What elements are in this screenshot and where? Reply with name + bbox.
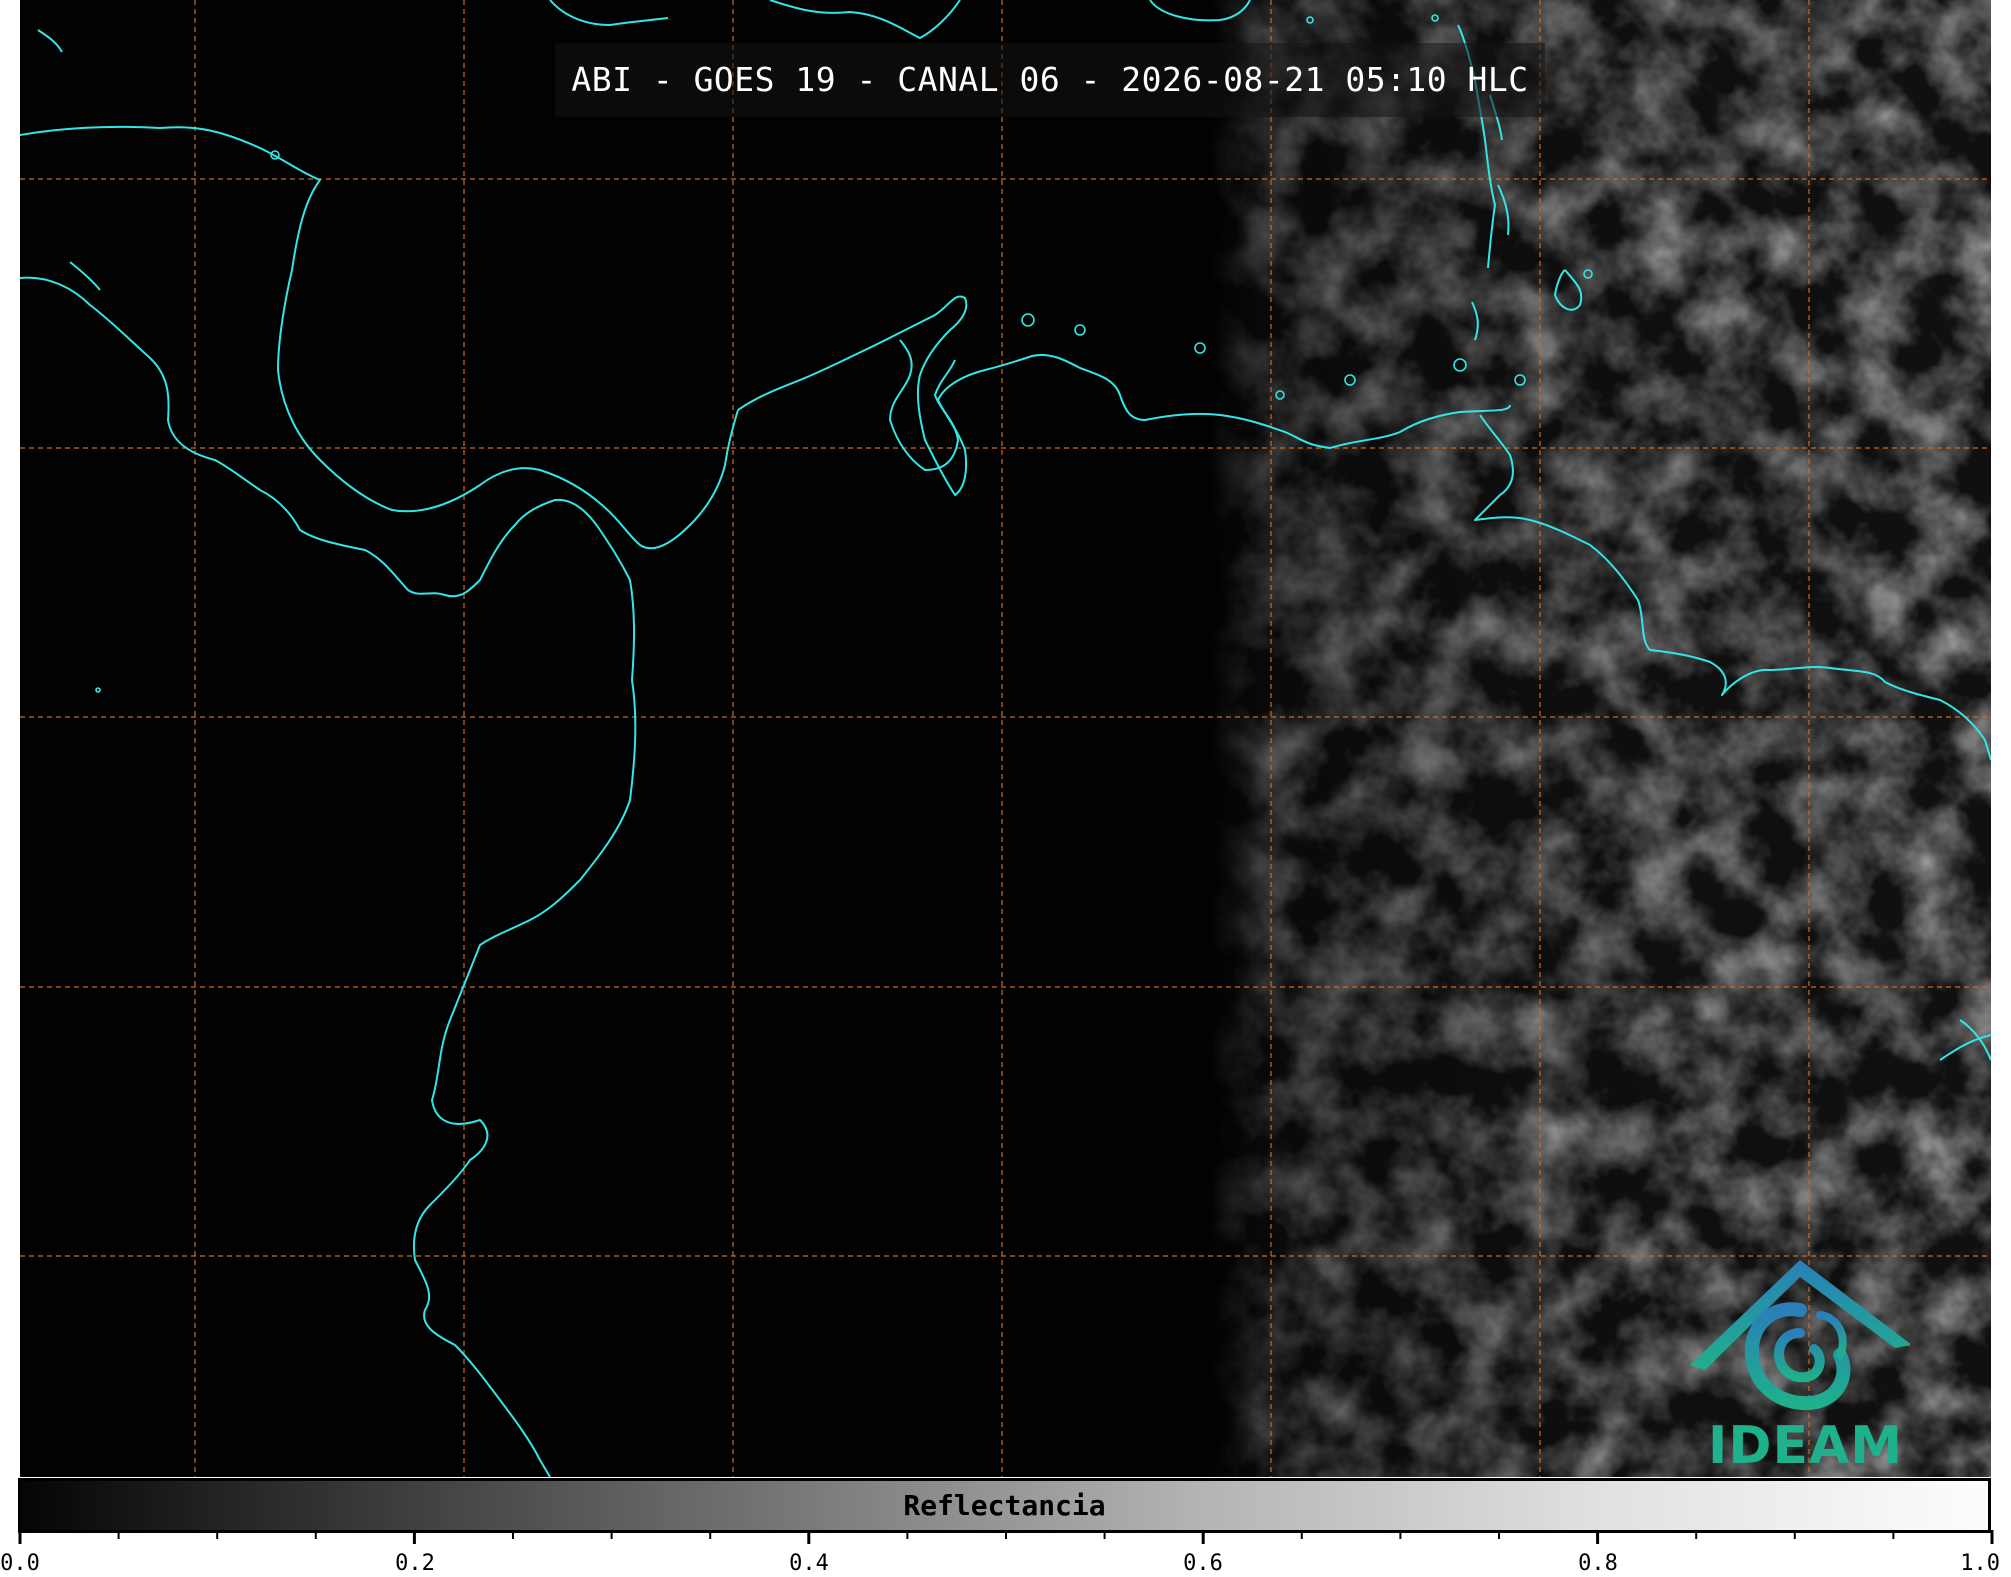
coastline-cuba bbox=[549, 0, 669, 26]
coastline-hispaniola bbox=[769, 0, 961, 39]
ideam-logo-text: IDEAM bbox=[1708, 1416, 1904, 1476]
colorbar-tick-label: 1.0 bbox=[1960, 1551, 2000, 1576]
coastline-gulf-of-mexico-islands bbox=[37, 29, 101, 291]
map-title: ABI - GOES 19 - CANAL 06 - 2026-08-21 05… bbox=[555, 43, 1545, 117]
colorbar-label: Reflectancia bbox=[903, 1489, 1106, 1522]
colorbar-tick-label: 0.4 bbox=[789, 1551, 829, 1576]
satellite-map[interactable]: ABI - GOES 19 - CANAL 06 - 2026-08-21 05… bbox=[20, 0, 1991, 1477]
coastline-guajira bbox=[889, 339, 959, 471]
colorbar-tick-label: 0.6 bbox=[1183, 1551, 1223, 1576]
colorbar: Reflectancia bbox=[18, 1478, 1991, 1533]
coastline-central-america bbox=[20, 276, 637, 1477]
colorbar-ticks bbox=[18, 1530, 1994, 1544]
colorbar-tick-label: 0.0 bbox=[0, 1551, 40, 1576]
colorbar-tick-label: 0.8 bbox=[1578, 1551, 1618, 1576]
colorbar-tick-label: 0.2 bbox=[395, 1551, 435, 1576]
